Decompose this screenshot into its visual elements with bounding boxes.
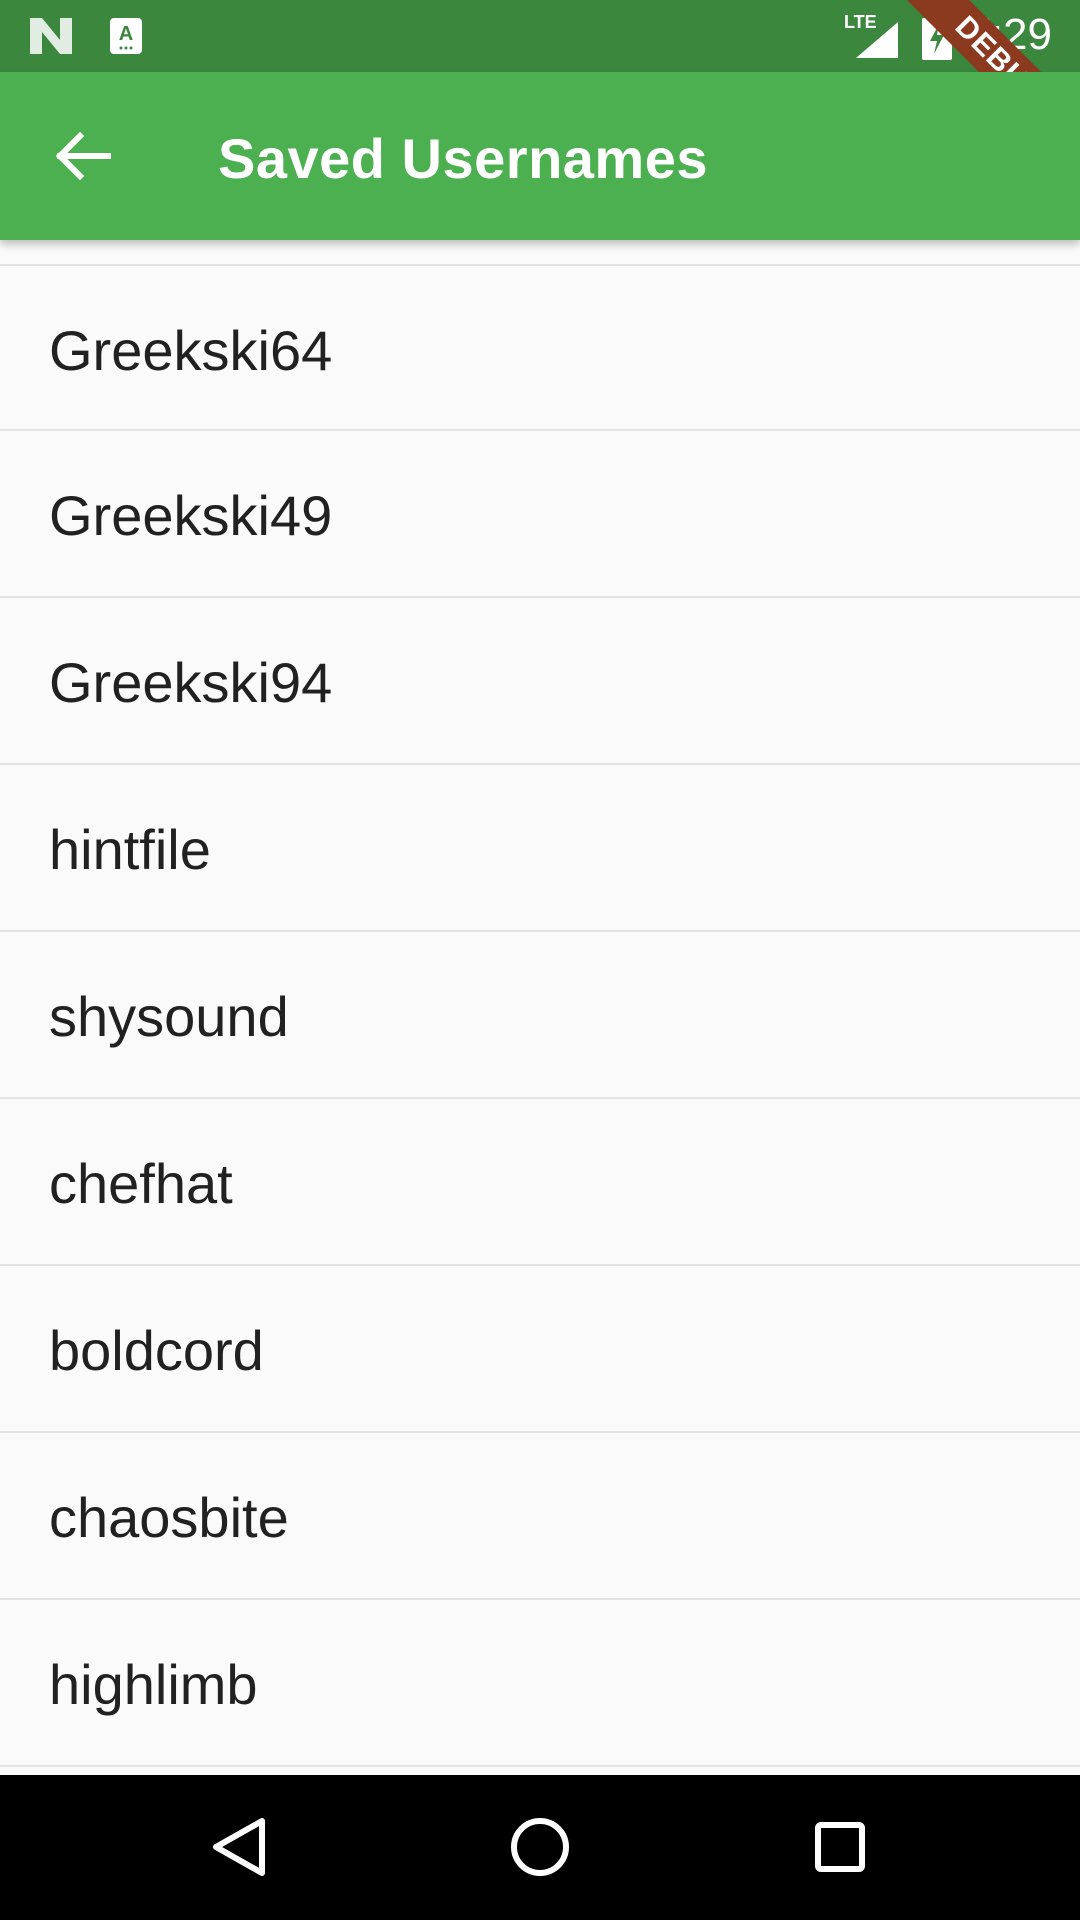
nav-recents-button[interactable] <box>808 1815 872 1879</box>
home-circle-icon <box>511 1818 569 1876</box>
nav-back-button[interactable] <box>208 1815 272 1879</box>
nav-home-button[interactable] <box>508 1815 572 1879</box>
list-item[interactable]: chefhat <box>0 1099 1080 1266</box>
username-list: Greekski64 Greekski49 Greekski94 hintfil… <box>0 240 1080 1775</box>
list-item-label: boldcord <box>49 1319 264 1382</box>
back-button[interactable] <box>55 131 112 181</box>
list-item[interactable]: chaosbite <box>0 1433 1080 1600</box>
app-bar: Saved Usernames <box>0 72 1080 240</box>
list-item-label: Greekski94 <box>49 651 333 714</box>
list-item-label: hintfile <box>49 818 211 881</box>
page-title: Saved Usernames <box>218 127 709 190</box>
list-item-label: Greekski49 <box>49 484 333 547</box>
list-item[interactable]: Greekski94 <box>0 598 1080 765</box>
list-item-label: Greekski64 <box>49 319 333 382</box>
back-triangle-icon <box>213 1818 265 1876</box>
list-item[interactable]: hintfile <box>0 765 1080 932</box>
navigation-bar <box>0 1775 1080 1920</box>
arrow-back-icon <box>55 131 111 181</box>
n-notification-icon <box>30 18 74 59</box>
status-bar: A LTE 7:29 DEBUG <box>0 0 1080 72</box>
list-item[interactable]: boldcord <box>0 1266 1080 1433</box>
list-item-label: highlimb <box>49 1653 258 1716</box>
a-notification-icon: A <box>110 18 142 59</box>
list-item-label: chaosbite <box>49 1486 289 1549</box>
list-item[interactable]: shysound <box>0 932 1080 1099</box>
recents-square-icon <box>815 1822 865 1872</box>
list-item[interactable]: Greekski64 <box>0 264 1080 431</box>
list-item[interactable]: highlimb <box>0 1600 1080 1767</box>
list-item-label: shysound <box>49 985 289 1048</box>
svg-text:A: A <box>119 23 133 45</box>
list-item[interactable]: Greekski49 <box>0 431 1080 598</box>
list-item-label: chefhat <box>49 1152 233 1215</box>
